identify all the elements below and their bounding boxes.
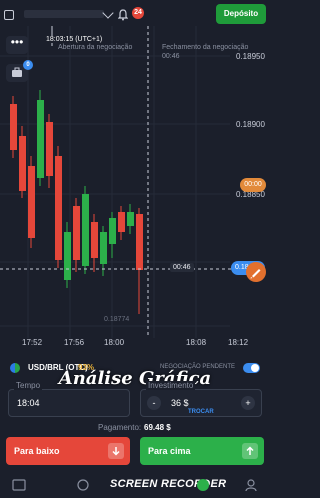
candle — [64, 232, 71, 280]
arrow-down-icon — [108, 443, 124, 459]
buy-up-button[interactable]: Para cima — [140, 437, 264, 465]
time-value: 18:04 — [17, 398, 40, 408]
balance-display[interactable] — [24, 10, 104, 18]
recorder-logo-icon — [197, 479, 209, 491]
bell-icon[interactable] — [118, 9, 128, 21]
chart-icon[interactable] — [12, 478, 26, 492]
amount-label: Investimento — [146, 381, 196, 390]
low-price-label: 0.18774 — [104, 316, 130, 323]
down-label: Para baixo — [14, 446, 60, 456]
arrow-up-icon — [242, 443, 258, 459]
candle — [82, 194, 89, 266]
candle — [109, 218, 116, 244]
current-time-label: 18:03:15 (UTC+1) — [44, 36, 105, 43]
payout-label: Pagamento: — [98, 423, 142, 432]
candle — [37, 100, 44, 178]
candle — [10, 104, 17, 150]
candle — [127, 212, 134, 226]
drawing-tool-button[interactable] — [246, 262, 266, 282]
candle — [73, 206, 80, 260]
candle — [100, 232, 107, 264]
candle — [55, 156, 62, 260]
trade-open-label: Abertura da negociação — [58, 44, 133, 51]
time-axis: 17:52 17:56 18:00 18:08 18:12 — [0, 338, 270, 352]
deposit-button[interactable]: Depósito — [216, 4, 266, 24]
briefcase-icon — [12, 67, 22, 77]
candle — [91, 222, 98, 258]
wallet-icon[interactable] — [4, 10, 14, 20]
bottom-navigation: SCREEN RECORDER — [0, 472, 270, 498]
time-label: Tempo — [14, 381, 43, 390]
price-line-timer: 00:46 — [170, 263, 194, 272]
increase-amount-button[interactable]: + — [241, 396, 255, 410]
candlestick-chart[interactable] — [0, 26, 270, 356]
close-countdown: 00:46 — [162, 53, 180, 60]
trade-close-label: Fechamento da negociação — [162, 44, 249, 51]
time-tick: 17:56 — [64, 338, 85, 347]
notification-badge: 24 — [132, 7, 144, 19]
decrease-amount-button[interactable]: - — [147, 396, 161, 410]
time-tick: 18:08 — [186, 338, 207, 347]
sell-down-button[interactable]: Para baixo — [6, 437, 130, 465]
brush-icon — [250, 269, 261, 279]
candle — [46, 122, 53, 176]
menu-button[interactable]: ••• — [6, 36, 28, 54]
time-tick: 18:12 — [228, 338, 249, 347]
candle — [19, 136, 26, 191]
up-label: Para cima — [148, 446, 191, 456]
time-tick: 18:00 — [104, 338, 125, 347]
portfolio-badge: 0 — [23, 60, 33, 70]
payout-value: 69.48 $ — [144, 423, 171, 432]
candle — [118, 212, 125, 232]
chevron-down-icon[interactable] — [102, 7, 114, 19]
time-field[interactable]: 18:04 — [8, 389, 130, 417]
time-tick: 17:52 — [22, 338, 43, 347]
switch-currency-link[interactable]: TROCAR — [188, 409, 214, 415]
candle — [136, 214, 143, 270]
price-tick-2: 0.18900 — [236, 120, 265, 129]
amount-value[interactable]: 36 $ — [171, 398, 189, 408]
candle — [28, 166, 35, 238]
chat-icon[interactable] — [76, 478, 90, 492]
profile-icon[interactable] — [244, 478, 258, 492]
price-chart[interactable] — [0, 26, 270, 356]
expiration-time-badge: 00:00 — [240, 178, 266, 192]
price-tick-1: 0.18950 — [236, 52, 265, 61]
